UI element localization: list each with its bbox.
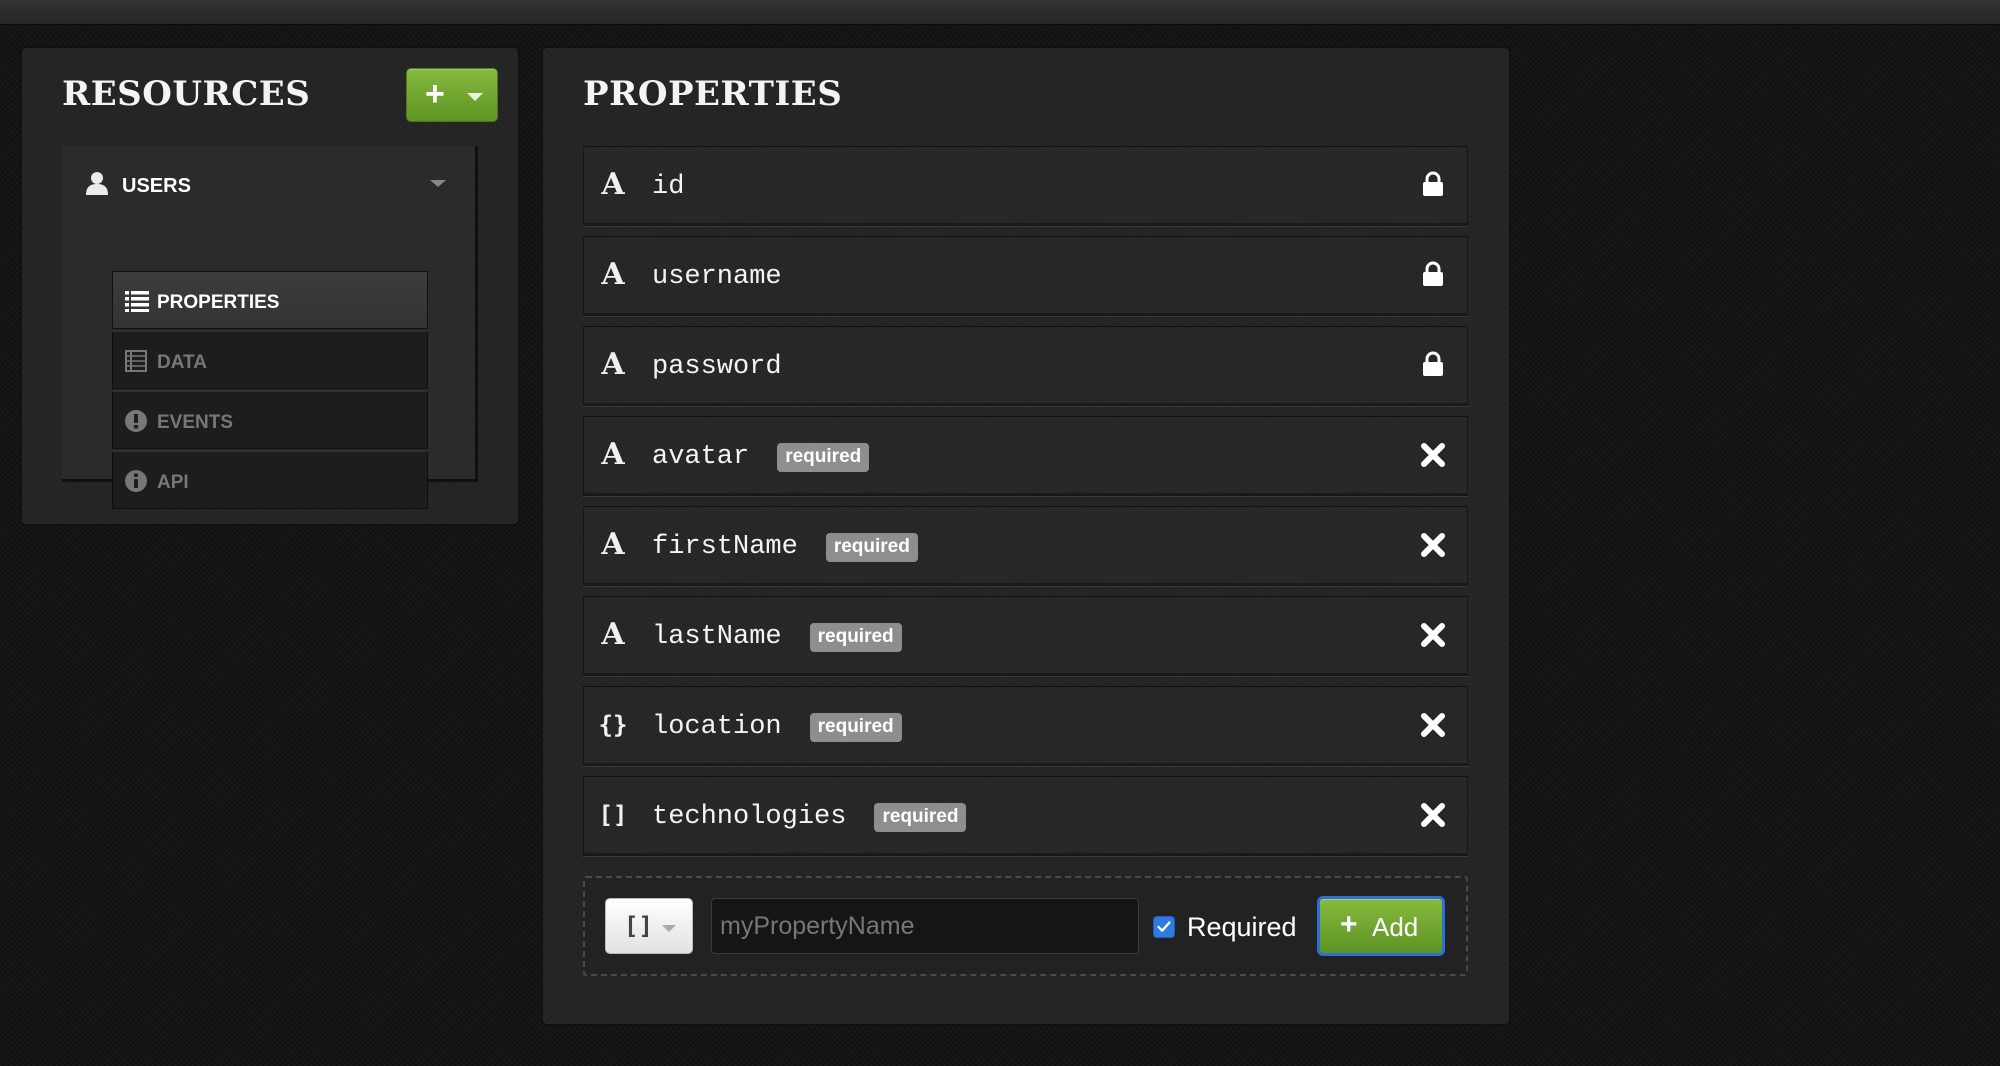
delete-icon[interactable] [1417,799,1449,831]
info-icon [125,470,147,492]
string-type-icon: A [601,167,625,202]
nav-label: API [157,472,189,493]
delete-icon[interactable] [1417,619,1449,651]
resources-title: RESOURCES [62,74,311,114]
property-row[interactable]: A username [583,236,1468,316]
required-badge: required [874,802,967,832]
property-name: lastName [652,622,782,652]
required-badge: required [777,442,870,472]
property-row[interactable]: A firstName required [583,506,1468,586]
lock-icon [1423,261,1443,286]
nav-item-events[interactable]: EVENTS [112,391,428,449]
add-button-label: Add [1372,912,1419,942]
resource-users-header[interactable]: USERS [62,146,475,218]
nav-label: DATA [157,352,207,373]
caret-down-icon [662,925,676,932]
top-bar [0,0,2000,25]
property-name: username [652,262,782,292]
delete-icon[interactable] [1417,529,1449,561]
required-checkbox-label[interactable]: Required [1187,912,1297,942]
object-type-icon: {} [598,711,628,739]
required-badge: required [825,532,918,562]
property-row[interactable]: A password [583,326,1468,406]
property-name: technologies [652,802,847,832]
property-name: id [652,172,685,202]
delete-icon[interactable] [1417,439,1449,471]
property-label: avatar required [652,441,870,473]
add-property-form: [] Required + Add [583,876,1468,976]
properties-panel: PROPERTIES A id A username A password A … [543,48,1509,1024]
lock-icon [1423,351,1443,376]
array-type-icon: [] [598,801,628,829]
property-label: username [652,261,782,293]
nav-item-properties[interactable]: PROPERTIES [112,271,428,329]
property-label: id [652,171,684,203]
chevron-down-icon[interactable] [430,180,446,187]
nav-item-data[interactable]: DATA [112,331,428,389]
property-name-input[interactable] [711,898,1139,954]
caret-down-icon [467,93,483,101]
property-label: firstName required [652,531,918,563]
lock-icon [1423,171,1443,196]
property-name: avatar [652,442,750,472]
required-badge: required [809,712,902,742]
property-row[interactable]: {} location required [583,686,1468,766]
property-row[interactable]: A avatar required [583,416,1468,496]
property-label: technologies required [652,801,967,833]
nav-label: PROPERTIES [157,292,280,313]
user-icon [86,172,108,195]
property-row[interactable]: A lastName required [583,596,1468,676]
string-type-icon: A [601,617,625,652]
property-type-select[interactable]: [] [605,898,693,954]
property-label: location required [652,711,902,743]
add-property-button[interactable]: + Add [1317,896,1445,956]
table-icon [125,350,147,372]
list-icon [125,291,149,312]
string-type-icon: A [601,437,625,472]
resources-panel: RESOURCES + USERS PROPERTIES DATA EVENTS… [22,48,518,524]
required-checkbox[interactable] [1153,916,1175,938]
resource-name: USERS [122,175,191,197]
string-type-icon: A [601,347,625,382]
resource-tree: USERS PROPERTIES DATA EVENTS API [62,146,478,509]
property-label: password [652,351,782,383]
string-type-icon: A [601,257,625,292]
exclamation-icon [125,410,147,432]
nav-label: EVENTS [157,412,234,433]
string-type-icon: A [601,527,625,562]
property-label: lastName required [652,621,902,653]
property-name: location [652,712,782,742]
plus-icon: + [425,75,445,113]
delete-icon[interactable] [1417,709,1449,741]
property-row[interactable]: A id [583,146,1468,226]
properties-title: PROPERTIES [583,74,843,114]
property-name: firstName [652,532,798,562]
nav-item-api[interactable]: API [112,451,428,509]
selected-type-value: [] [624,912,653,940]
plus-icon: + [1340,908,1358,941]
property-name: password [652,352,782,382]
required-badge: required [809,622,902,652]
add-resource-button[interactable]: + [406,68,498,122]
property-row[interactable]: [] technologies required [583,776,1468,856]
